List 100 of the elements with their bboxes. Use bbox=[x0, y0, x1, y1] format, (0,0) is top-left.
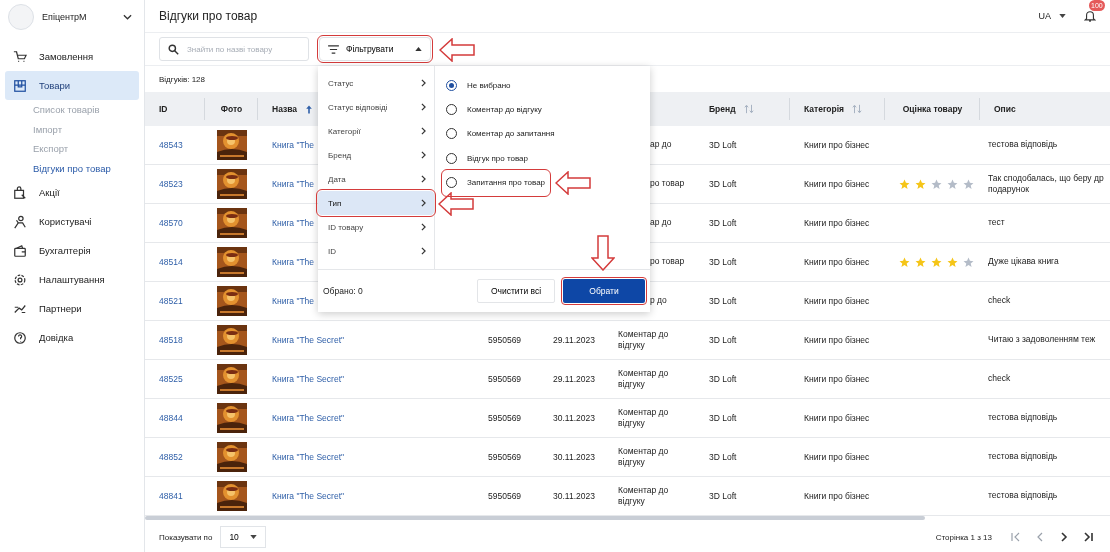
language-dropdown[interactable]: UA bbox=[1038, 11, 1051, 21]
caret-down-icon[interactable] bbox=[1059, 14, 1066, 18]
menu-item[interactable]: Товари bbox=[5, 71, 139, 100]
product-name-link[interactable]: Книга "The Secret" bbox=[272, 374, 344, 384]
table-cell: Книги про бізнес bbox=[804, 296, 870, 306]
radio-option[interactable]: Коментар до відгуку bbox=[443, 97, 546, 122]
star-icon bbox=[963, 256, 974, 268]
filter-category[interactable]: Статус відповіді bbox=[318, 95, 434, 119]
table-cell-text: Коментар до відгуку bbox=[618, 445, 670, 469]
callout-arrow bbox=[439, 38, 475, 62]
review-id-link[interactable]: 48523 bbox=[159, 179, 183, 189]
column-header: Оцінка товару bbox=[902, 104, 963, 114]
filter-category[interactable]: Категорії bbox=[318, 119, 434, 143]
review-id-link[interactable]: 48518 bbox=[159, 335, 183, 345]
callout-arrow bbox=[438, 192, 474, 216]
product-name-link[interactable]: Книга "The bbox=[272, 296, 315, 306]
table-cell: 3D Loft bbox=[709, 452, 737, 462]
chevron-right-icon bbox=[421, 223, 426, 231]
review-id-link[interactable]: 48525 bbox=[159, 374, 183, 384]
table-cell: ро товар bbox=[650, 178, 685, 190]
review-id-link[interactable]: 48844 bbox=[159, 413, 183, 423]
person-icon bbox=[13, 214, 27, 229]
avatar-icon bbox=[8, 3, 34, 30]
table-cell: 29.11.2023 bbox=[553, 374, 595, 384]
table-cell: тестова відповідь bbox=[988, 490, 1058, 502]
table-cell: тестова відповідь bbox=[988, 139, 1058, 151]
filter-button[interactable]: Фільтрувати bbox=[319, 37, 431, 61]
menu-item[interactable]: Налаштування bbox=[5, 265, 139, 294]
page-size-label: Показувати по bbox=[159, 532, 213, 542]
table-cell: 3D Loft bbox=[709, 296, 737, 306]
product-name-link[interactable]: Книга "The bbox=[272, 179, 315, 189]
table-cell: ар до bbox=[650, 139, 672, 151]
radio-option[interactable]: Не вибрано bbox=[443, 73, 515, 98]
product-name-link[interactable]: Книга "The bbox=[272, 257, 315, 267]
product-name-link[interactable]: Книга "The Secret" bbox=[272, 491, 344, 501]
star-icon bbox=[931, 178, 942, 190]
chevron-right-icon bbox=[421, 103, 426, 111]
table-cell: Книги про бізнес bbox=[804, 335, 870, 345]
table-cell-text: Коментар до відгуку bbox=[618, 484, 670, 508]
table-cell: 30.11.2023 bbox=[553, 413, 595, 423]
radio-option[interactable]: Коментар до запитання bbox=[443, 121, 559, 147]
star-icon bbox=[947, 256, 958, 268]
clear-button[interactable]: Очистити всі bbox=[477, 279, 555, 303]
sort-up-icon[interactable] bbox=[305, 103, 314, 115]
caret-up-icon bbox=[415, 47, 422, 51]
column-header: ID bbox=[159, 104, 168, 114]
help-icon bbox=[13, 330, 27, 345]
filter-category[interactable]: Статус bbox=[318, 71, 434, 95]
product-name-link[interactable]: Книга "The Secret" bbox=[272, 335, 344, 345]
table-cell-text: Так сподобалась, що беру др подарунок bbox=[988, 172, 1105, 196]
menu-item[interactable]: Партнери bbox=[5, 294, 139, 323]
review-id-link[interactable]: 48514 bbox=[159, 257, 183, 267]
bell-icon[interactable] bbox=[1084, 9, 1096, 23]
menu-item[interactable]: Замовлення bbox=[5, 42, 139, 71]
filter-category[interactable]: ID товару bbox=[318, 215, 434, 239]
table-cell: Книги про бізнес bbox=[804, 218, 870, 228]
table-cell: тестова відповідь bbox=[988, 412, 1058, 424]
table-cell: 3D Loft bbox=[709, 491, 737, 501]
table-cell: check bbox=[988, 373, 1011, 385]
shopping-bag-icon bbox=[13, 185, 27, 200]
table-cell: тест bbox=[988, 217, 1005, 229]
apply-button[interactable]: Обрати bbox=[563, 279, 645, 303]
filter-category[interactable]: Дата bbox=[318, 167, 434, 191]
table-cell: Книги про бізнес bbox=[804, 257, 870, 267]
filter-category[interactable]: Бренд bbox=[318, 143, 434, 167]
filter-category[interactable]: Тип bbox=[318, 191, 434, 215]
menu-item[interactable]: Бухгалтерія bbox=[5, 236, 139, 265]
radio-option[interactable]: Відгук про товар bbox=[443, 146, 532, 171]
radio-option[interactable]: Запитання про товар bbox=[443, 170, 550, 195]
page-info: Сторінка 1 з 13 bbox=[935, 532, 992, 542]
search-field[interactable]: Знайти по назві товару bbox=[159, 37, 309, 61]
table-cell: 5950569 bbox=[488, 374, 522, 384]
review-count: Відгуків: 128 bbox=[159, 74, 206, 84]
product-name-link[interactable]: Книга "The bbox=[272, 140, 315, 150]
store-name[interactable]: ЕпіцентрМ bbox=[42, 11, 115, 22]
star-icon bbox=[915, 178, 926, 190]
table-cell-text: Коментар до відгуку bbox=[618, 328, 670, 352]
review-id-link[interactable]: 48852 bbox=[159, 452, 183, 462]
review-id-link[interactable]: 48841 bbox=[159, 491, 183, 501]
review-id-link[interactable]: 48543 bbox=[159, 140, 183, 150]
review-id-link[interactable]: 48521 bbox=[159, 296, 183, 306]
table-cell: тестова відповідь bbox=[988, 451, 1058, 463]
review-id-link[interactable]: 48570 bbox=[159, 218, 183, 228]
table-cell-text: Коментар до відгуку bbox=[618, 367, 670, 391]
filter-category[interactable]: ID bbox=[318, 239, 434, 263]
scrollbar-thumb[interactable] bbox=[145, 516, 925, 520]
page-size-dropdown[interactable]: 10 bbox=[220, 526, 267, 548]
product-name-link[interactable]: Книга "The Secret" bbox=[272, 452, 344, 462]
table-cell: Книги про бізнес bbox=[804, 179, 870, 189]
chevron-down-icon[interactable] bbox=[123, 13, 132, 20]
chevron-right-icon bbox=[421, 151, 426, 159]
menu-item[interactable]: Довідка bbox=[5, 323, 139, 352]
product-name-link[interactable]: Книга "The Secret" bbox=[272, 413, 344, 423]
product-name-link[interactable]: Книга "The bbox=[272, 218, 315, 228]
menu-item[interactable]: Користувачі bbox=[5, 207, 139, 236]
table-cell: Книги про бізнес bbox=[804, 140, 870, 150]
menu-item[interactable]: Акції bbox=[5, 178, 139, 207]
chevron-right-icon bbox=[421, 175, 426, 183]
selected-count: Обрано: 0 bbox=[323, 286, 363, 296]
submenu-item[interactable]: Відгуки про товар bbox=[5, 158, 139, 178]
